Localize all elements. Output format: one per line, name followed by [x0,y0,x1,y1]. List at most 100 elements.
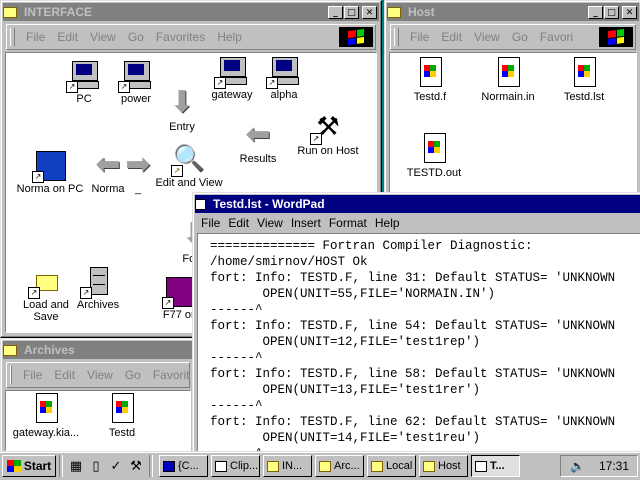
menu-bar: File Edit View Insert Format Help [197,214,640,232]
task-button[interactable]: Host [419,455,468,477]
menu-file[interactable]: File [410,30,429,44]
menu-insert[interactable]: Insert [291,216,321,230]
icon-label: Testd.lst [563,91,605,103]
task-button[interactable]: Arc... [315,455,364,477]
menu-edit[interactable]: Edit [54,368,75,382]
window-title: Host [408,5,435,19]
file-icon-item[interactable]: Normain.in [468,57,548,103]
toolbar-grip[interactable] [10,366,12,384]
interface-titlebar[interactable]: INTERFACE _ □ ✕ [3,3,379,21]
archives-window[interactable]: Archives File Edit View Go Favorit gatew… [0,338,196,456]
close-button[interactable]: ✕ [362,5,377,19]
document-text-area[interactable]: ============== Fortran Compiler Diagnost… [197,233,640,455]
menu-edit[interactable]: Edit [228,216,249,230]
window-title: INTERFACE [24,5,93,19]
tools-icon[interactable]: ⚒ [126,456,146,476]
minimize-button[interactable]: _ [328,5,343,19]
task-label: Arc... [334,460,360,472]
maximize-button[interactable]: □ [604,5,619,19]
text-line: OPEN(UNIT=14,FILE='test1reu') [210,431,481,445]
clock[interactable]: 17:31 [599,459,629,473]
menu-view[interactable]: View [257,216,283,230]
clipboard-icon[interactable]: ▯ [86,456,106,476]
document-icon [106,393,138,425]
file-icon-item[interactable]: Testd [82,393,162,439]
windows-logo-icon [599,27,633,47]
menu-edit[interactable]: Edit [441,30,462,44]
document-icon [492,57,524,89]
icon-label: Entry [169,121,195,133]
menu-format[interactable]: Format [329,216,367,230]
icon-label: Normain.in [481,91,535,103]
text-line: fort: Info: TESTD.F, line 58: Default ST… [210,367,616,381]
menu-go[interactable]: Go [128,30,144,44]
desktop-icon[interactable]: ▦ [66,456,86,476]
task-label: Host [438,460,461,472]
wordpad-window[interactable]: Testd.lst - WordPad File Edit View Inser… [192,192,640,456]
maximize-button[interactable]: □ [344,5,359,19]
edit-and-view-shortcut[interactable]: 🔍 ↗ Edit and View [149,143,229,189]
menu-view[interactable]: View [87,368,113,382]
run-on-host-shortcut[interactable]: ⚒ ↗ Run on Host [288,111,368,157]
taskbar-separator [149,455,153,477]
archives-shortcut[interactable]: ↗ Archives [58,265,138,311]
icon-label: Archives [76,299,120,311]
icon-label: TESTD.out [406,167,462,179]
minimize-button[interactable]: _ [588,5,603,19]
menu-go[interactable]: Go [512,30,528,44]
file-icon-item[interactable]: gateway.kia... [6,393,86,439]
results-shortcut[interactable]: ⬅ Results [218,117,298,166]
folder-icon [267,460,279,472]
menu-help[interactable]: Help [375,216,400,230]
wordpad-titlebar[interactable]: Testd.lst - WordPad [195,195,640,213]
task-button[interactable]: Clip... [211,455,260,477]
text-line: fort: Info: TESTD.F, line 31: Default ST… [210,271,616,285]
menu-file[interactable]: File [26,30,45,44]
archives-titlebar[interactable]: Archives [3,341,193,359]
menu-favorites[interactable]: Favorit [153,368,190,382]
text-line: ------^ [210,303,263,317]
alpha-shortcut[interactable]: ↗ alpha [244,55,324,101]
text-line: OPEN(UNIT=13,FILE='test1rer') [210,383,481,397]
file-icon-item[interactable]: Testd.f [390,57,470,103]
task-button[interactable]: {C... [159,455,208,477]
file-icon-item[interactable]: TESTD.out [394,133,474,179]
clipboard-icon [215,460,227,472]
arrow-left-icon: ⬅ [245,117,271,152]
task-button-active[interactable]: T... [471,455,520,477]
menu-view[interactable]: View [90,30,116,44]
check-icon[interactable]: ✓ [106,456,126,476]
folder-icon [3,344,17,356]
tools-icon: ⚒ ↗ [310,111,344,145]
menu-favorites[interactable]: Favorites [156,30,205,44]
icon-label: alpha [270,89,298,101]
speaker-icon[interactable]: 🔈 [570,459,585,473]
windows-logo-icon [6,460,21,472]
entry-shortcut[interactable]: ⬇ Entry [142,85,222,134]
menu-file[interactable]: File [201,216,220,230]
document-icon [418,133,450,165]
icon-label: Run on Host [297,145,359,157]
start-button[interactable]: Start [2,455,56,477]
menu-go[interactable]: Go [125,368,141,382]
task-button[interactable]: Local [367,455,416,477]
app-icon [163,460,175,472]
menu-view[interactable]: View [474,30,500,44]
toolbar-grip[interactable] [10,28,15,46]
folder-icon [423,460,435,472]
host-window[interactable]: Host _ □ ✕ File Edit View Go Favori Test… [384,0,640,198]
menu-favorites[interactable]: Favori [540,30,573,44]
host-titlebar[interactable]: Host _ □ ✕ [387,3,639,21]
menu-file[interactable]: File [23,368,42,382]
magnifier-icon: 🔍 ↗ [171,144,206,177]
menu-help[interactable]: Help [217,30,242,44]
close-button[interactable]: ✕ [622,5,637,19]
system-tray: 🔈 17:31 [560,455,638,477]
host-content: Testd.f Normain.in Testd.lst TESTD.out [389,52,637,193]
task-button[interactable]: IN... [263,455,312,477]
document-icon [568,57,600,89]
menu-edit[interactable]: Edit [57,30,78,44]
file-icon-item[interactable]: Testd.lst [544,57,624,103]
arrow-down-icon: ⬇ [169,85,195,120]
toolbar-grip[interactable] [394,28,399,46]
